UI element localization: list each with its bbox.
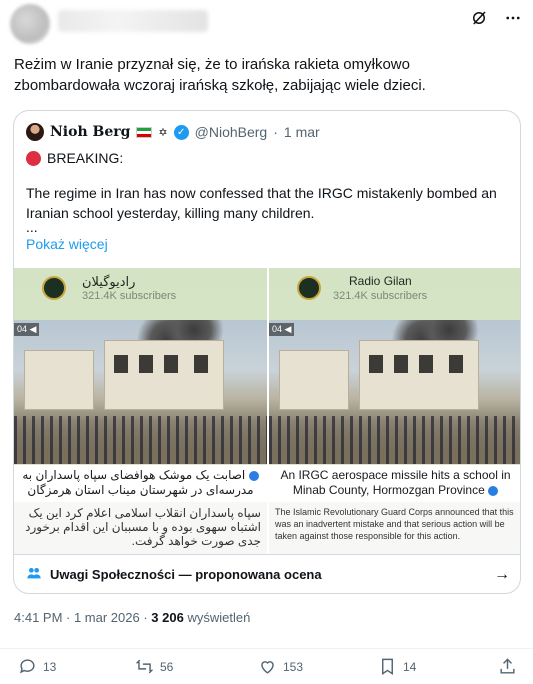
share-icon (500, 658, 515, 674)
image-caption: An IRGC aerospace missile hits a school … (269, 465, 520, 502)
tweet-timestamp[interactable]: 4:41 PM · 1 mar 2026 · (14, 610, 151, 625)
video-frame: 04 ◀ (269, 320, 520, 464)
author-name-blurred[interactable] (58, 10, 208, 32)
community-notes-bar[interactable]: Uwagi Społeczności — proponowana ocena → (14, 554, 520, 593)
author-avatar-blurred[interactable] (10, 4, 50, 44)
tweet-header (0, 0, 533, 50)
video-timestamp: 04 ◀ (269, 323, 295, 336)
share-button[interactable] (498, 657, 517, 676)
header-actions (467, 6, 525, 30)
breaking-label: BREAKING: (47, 150, 124, 166)
community-notes-icon (26, 565, 42, 585)
views-label: wyświetleń (183, 610, 251, 625)
media-image-english[interactable]: Radio Gilan 321.4K subscribers 04 ◀ An I… (269, 268, 520, 554)
blue-circle-icon (248, 470, 259, 481)
like-icon (261, 661, 274, 674)
tweet-meta: 4:41 PM · 1 mar 2026 · 3 206 wyświetleń (14, 610, 250, 625)
quoted-tweet-ellipsis: ... (26, 219, 38, 235)
arrow-right-icon: → (494, 565, 510, 583)
tweet-text: Reżim w Iranie przyznał się, że to irańs… (14, 56, 426, 94)
views-count: 3 206 (151, 610, 184, 625)
media-image-persian[interactable]: راديوگيلان 321.4K subscribers 04 ◀ اصابت… (14, 268, 267, 554)
quoted-author-handle[interactable]: @NiohBerg (195, 124, 268, 140)
show-more-link[interactable]: Pokaż więcej (26, 236, 108, 252)
repost-count: 56 (160, 659, 174, 674)
media-grid: راديوگيلان 321.4K subscribers 04 ◀ اصابت… (14, 268, 520, 554)
quoted-tweet-header: Nioh Berg ✡ ✓ @NiohBerg · 1 mar (26, 123, 320, 141)
bookmark-button[interactable]: 14 (378, 657, 416, 676)
repost-icon (135, 659, 154, 674)
verified-icon: ✓ (173, 124, 189, 140)
bookmark-count: 14 (403, 659, 417, 674)
quoted-author-avatar[interactable] (26, 123, 44, 141)
repost-button[interactable]: 56 (135, 657, 173, 676)
reply-button[interactable]: 13 (18, 657, 56, 676)
like-button[interactable]: 153 (258, 657, 303, 676)
iran-flag-icon (136, 126, 153, 138)
reply-icon (20, 659, 35, 674)
quoted-tweet-text: The regime in Iran has now confessed tha… (26, 185, 497, 221)
image-description: سپاه پاسداران انقلاب اسلامی اعلام کرد ای… (14, 502, 267, 554)
quoted-author-name[interactable]: Nioh Berg (50, 124, 130, 140)
quoted-tweet-date[interactable]: 1 mar (284, 124, 320, 140)
image-description: The Islamic Revolutionary Guard Corps an… (269, 502, 520, 554)
channel-title: راديوگيلان (82, 274, 136, 289)
channel-subscribers: 321.4K subscribers (333, 290, 428, 302)
channel-title: Radio Gilan (349, 274, 412, 288)
community-notes-label: Uwagi Społeczności — proponowana ocena (50, 567, 322, 582)
breaking-line: BREAKING: (26, 150, 123, 166)
red-circle-icon (26, 150, 41, 166)
action-bar: 13 56 153 14 (0, 648, 533, 684)
like-count: 153 (283, 659, 304, 674)
quoted-tweet[interactable]: Nioh Berg ✡ ✓ @NiohBerg · 1 mar BREAKING… (13, 110, 521, 594)
star-icon: ✡ (158, 126, 168, 139)
channel-logo (42, 276, 66, 300)
bookmark-icon (382, 658, 393, 675)
channel-subscribers: 321.4K subscribers (82, 290, 177, 302)
grok-icon[interactable] (467, 6, 491, 30)
more-icon[interactable] (501, 6, 525, 30)
blue-circle-icon (488, 485, 499, 496)
video-timestamp: 04 ◀ (14, 323, 40, 336)
reply-count: 13 (43, 659, 57, 674)
image-caption: اصابت یک موشک هوافضای سپاه پاسداران به م… (14, 465, 267, 502)
channel-logo (297, 276, 321, 300)
video-frame: 04 ◀ (14, 320, 267, 464)
separator-dot: · (273, 124, 278, 140)
